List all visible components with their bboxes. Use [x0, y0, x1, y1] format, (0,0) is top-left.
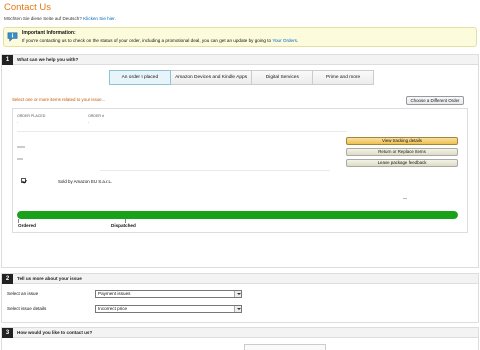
- info-body-suffix: .: [296, 38, 299, 43]
- step-3-header: 3 How would you like to contact us?: [2, 328, 478, 338]
- return-replace-button[interactable]: Return or Replace Items: [346, 148, 458, 156]
- step-1-header: 1 What can we help you with?: [2, 55, 478, 65]
- page-title: Contact Us: [4, 2, 51, 13]
- issue-details-select-value: Incorrect price: [98, 306, 128, 311]
- select-items-prompt: Select one or more items related to your…: [12, 97, 106, 102]
- step-3-label: How would you like to contact us?: [17, 330, 93, 335]
- issue-label: Select an issue: [7, 291, 39, 296]
- info-icon: [7, 32, 18, 42]
- your-orders-link[interactable]: Your Orders: [272, 38, 297, 43]
- order-placed-value: -: [17, 120, 19, 124]
- view-tracking-button[interactable]: View tracking details: [346, 137, 458, 145]
- redacted-line: [100, 170, 330, 171]
- redacted-line: [403, 198, 407, 199]
- choose-different-order-button[interactable]: Choose a Different Order: [406, 96, 464, 105]
- contact-option-tab[interactable]: [244, 344, 326, 350]
- redacted-line: [17, 158, 23, 160]
- info-body-text: If you're contacting us to check on the …: [22, 38, 272, 43]
- milestone-ordered: Ordered: [18, 223, 36, 228]
- tab-amazon-devices[interactable]: Amazon Devices and Kindle Apps: [170, 70, 253, 85]
- tab-digital-services[interactable]: Digital Services: [252, 70, 314, 85]
- chevron-down-icon: [234, 291, 241, 297]
- chevron-down-icon: [234, 306, 241, 312]
- info-body: If you're contacting us to check on the …: [22, 38, 298, 43]
- issue-select-value: Payment issues: [98, 291, 131, 296]
- step-3-number: 3: [2, 328, 13, 338]
- issue-details-select[interactable]: Incorrect price: [95, 305, 242, 313]
- issue-select[interactable]: Payment issues: [95, 290, 242, 298]
- order-placed-label: ORDER PLACED: [17, 114, 46, 118]
- tab-order-placed[interactable]: An order I placed: [109, 70, 171, 85]
- order-progress-bar: [17, 211, 458, 219]
- item-checkbox[interactable]: [21, 178, 26, 183]
- step-2-number: 2: [2, 274, 13, 284]
- milestone-dispatched: Dispatched: [111, 223, 136, 228]
- order-number-value: -: [88, 120, 90, 124]
- issue-details-label: Select issue details: [7, 306, 47, 311]
- help-topic-tabs: An order I placed Amazon Devices and Kin…: [109, 70, 374, 85]
- step-3-section: 3 How would you like to contact us?: [1, 327, 479, 350]
- item-thumbnail: [28, 175, 50, 187]
- info-title: Important Information:: [22, 30, 76, 36]
- step-2-section: 2 Tell us more about your issue: [1, 273, 479, 323]
- german-language-link[interactable]: Klicken Sie hier.: [83, 16, 116, 21]
- redacted-line: [17, 146, 25, 148]
- language-prompt: Möchten Sie diese Seite auf Deutsch? Kli…: [4, 16, 116, 21]
- redacted-line: [17, 131, 347, 132]
- step-1-number: 1: [2, 55, 13, 65]
- tab-prime-and-more[interactable]: Prime and more: [313, 70, 374, 85]
- step-2-label: Tell us more about your issue: [17, 276, 82, 281]
- package-feedback-button[interactable]: Leave package feedback: [346, 159, 458, 167]
- order-number-label: ORDER #: [88, 114, 104, 118]
- language-prompt-text: Möchten Sie diese Seite auf Deutsch?: [4, 16, 82, 21]
- step-1-label: What can we help you with?: [17, 57, 79, 62]
- important-info-box: Important Information: If you're contact…: [3, 27, 477, 47]
- seller-text: Sold by Amazon EU S.a.r.L.: [58, 179, 113, 184]
- step-2-header: 2 Tell us more about your issue: [2, 274, 478, 284]
- order-progress-fill: [17, 211, 458, 219]
